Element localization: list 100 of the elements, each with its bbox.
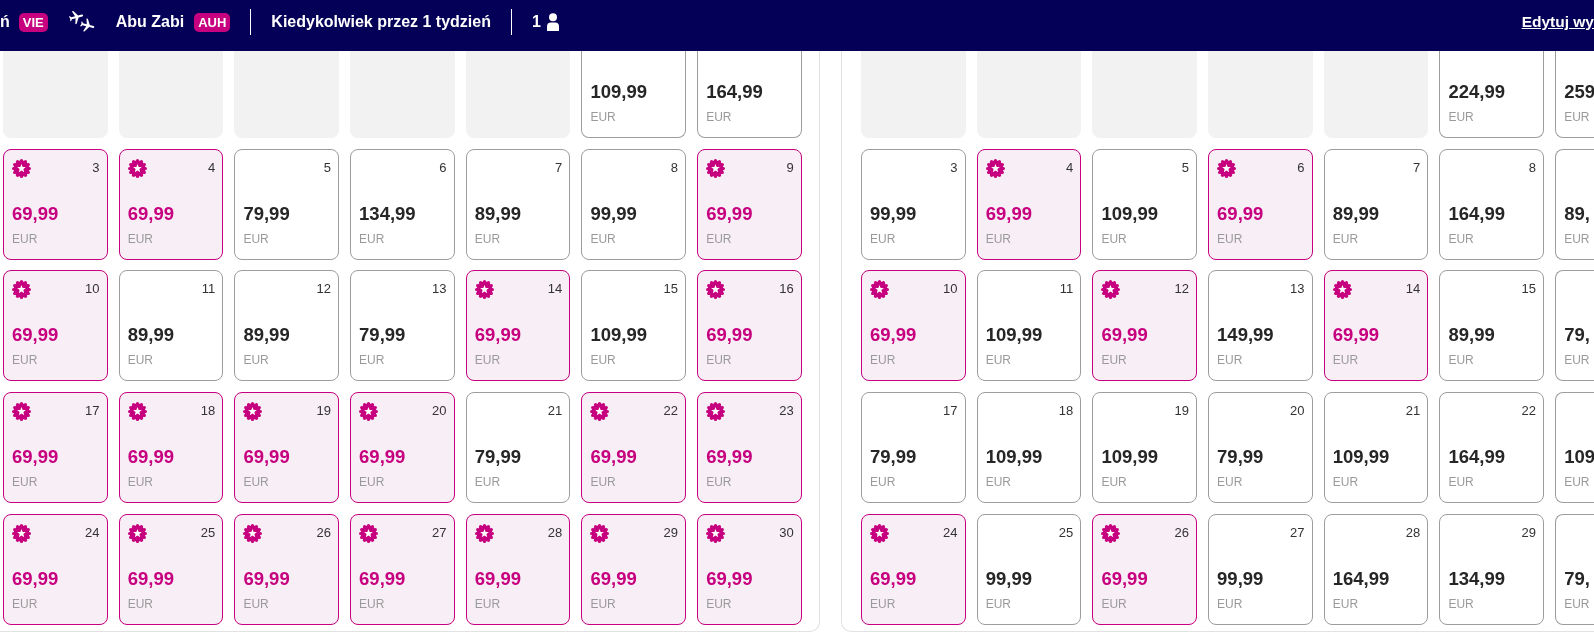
day-cell[interactable]: 12 69,99 EUR <box>1092 270 1197 382</box>
day-cell[interactable]: 25 69,99 EUR <box>118 513 224 625</box>
day-cell[interactable]: 4 69,99 EUR <box>118 148 224 260</box>
day-number: 19 <box>1174 402 1189 420</box>
day-cell[interactable]: 21 109,99 EUR <box>1323 392 1429 504</box>
day-cell[interactable]: 14 69,99 EUR <box>465 270 571 382</box>
price: 79,99 <box>1217 446 1264 469</box>
day-cell[interactable]: 29 134,99 EUR <box>1439 513 1544 625</box>
day-cell[interactable]: 6 134,99 EUR <box>350 148 455 260</box>
edit-search-link[interactable]: Edytuj wy <box>1521 12 1594 32</box>
currency: EUR <box>706 353 732 368</box>
day-number: 6 <box>439 158 447 176</box>
currency: EUR <box>12 596 38 611</box>
star-badge-icon <box>12 402 31 422</box>
day-number: 15 <box>1521 280 1536 298</box>
price: 89, <box>1564 202 1590 225</box>
day-cell[interactable]: 14 69,99 EUR <box>1323 270 1429 382</box>
currency: EUR <box>706 596 732 611</box>
day-number: 12 <box>1174 280 1189 298</box>
day-cell[interactable]: 26 69,99 EUR <box>234 513 339 625</box>
day-cell[interactable]: 13 149,99 EUR <box>1208 270 1313 382</box>
day-cell[interactable]: 259 EUR <box>1555 51 1594 138</box>
day-number: 14 <box>1405 280 1421 298</box>
day-cell[interactable]: 8 164,99 EUR <box>1439 148 1544 260</box>
day-cell[interactable]: 12 89,99 EUR <box>234 270 339 382</box>
day-number: 28 <box>1405 523 1421 541</box>
star-badge-icon <box>706 523 726 543</box>
day-cell[interactable]: 109 EUR <box>1555 392 1594 504</box>
day-cell[interactable]: 3 69,99 EUR <box>3 148 108 260</box>
currency: EUR <box>706 231 732 246</box>
price: 259 <box>1564 81 1594 103</box>
day-cell[interactable]: 28 164,99 EUR <box>1323 513 1429 625</box>
price: 109,99 <box>985 324 1043 347</box>
day-cell[interactable]: 29 69,99 EUR <box>581 513 686 625</box>
passenger-count: 1 <box>532 12 541 32</box>
price: 69,99 <box>706 446 753 469</box>
day-cell[interactable]: 21 79,99 EUR <box>465 392 571 504</box>
day-cell[interactable]: 23 69,99 EUR <box>697 392 802 504</box>
day-cell[interactable]: 26 69,99 EUR <box>1092 513 1197 625</box>
day-cell[interactable]: 7 89,99 EUR <box>465 148 571 260</box>
day-cell[interactable]: 13 79,99 EUR <box>350 270 455 382</box>
day-cell[interactable]: 11 89,99 EUR <box>118 270 224 382</box>
currency: EUR <box>243 231 269 246</box>
currency: EUR <box>1101 475 1127 490</box>
day-cell[interactable]: 8 99,99 EUR <box>581 148 686 260</box>
day-cell[interactable]: 109,99 EUR <box>581 51 686 138</box>
day-number: 11 <box>201 280 216 298</box>
day-cell[interactable]: 79, EUR <box>1555 270 1594 382</box>
day-cell[interactable]: 224,99 EUR <box>1439 51 1544 138</box>
day-cell[interactable]: 10 69,99 EUR <box>3 270 108 382</box>
day-cell[interactable]: 9 69,99 EUR <box>697 148 802 260</box>
day-cell[interactable]: 4 69,99 EUR <box>976 148 1082 260</box>
day-number: 26 <box>316 523 331 541</box>
day-cell[interactable]: 24 69,99 EUR <box>861 513 966 625</box>
day-cell[interactable]: 25 99,99 EUR <box>976 513 1082 625</box>
day-number: 7 <box>555 158 563 176</box>
day-cell[interactable]: 17 79,99 EUR <box>861 392 966 504</box>
day-cell[interactable]: 19 109,99 EUR <box>1092 392 1197 504</box>
currency: EUR <box>474 475 501 490</box>
price: 99,99 <box>590 202 637 225</box>
price: 99,99 <box>985 567 1032 590</box>
day-cell[interactable]: 18 69,99 EUR <box>118 392 224 504</box>
currency: EUR <box>1217 353 1243 368</box>
day-cell[interactable]: 16 69,99 EUR <box>697 270 802 382</box>
day-cell[interactable]: 79, EUR <box>1555 513 1594 625</box>
day-cell[interactable]: 24 69,99 EUR <box>3 513 108 625</box>
price: 69,99 <box>1217 202 1264 225</box>
day-cell[interactable]: 27 99,99 EUR <box>1208 513 1313 625</box>
day-cell[interactable]: 15 109,99 EUR <box>581 270 686 382</box>
day-cell[interactable]: 11 109,99 EUR <box>976 270 1082 382</box>
currency: EUR <box>127 475 154 490</box>
day-cell[interactable]: 20 69,99 EUR <box>350 392 455 504</box>
day-cell[interactable]: 17 69,99 EUR <box>3 392 108 504</box>
currency: EUR <box>1101 596 1127 611</box>
day-cell[interactable]: 6 69,99 EUR <box>1208 148 1313 260</box>
star-badge-icon <box>359 402 379 422</box>
price: 69,99 <box>870 324 917 347</box>
currency: EUR <box>1217 596 1243 611</box>
price: 89,99 <box>474 202 522 225</box>
star-badge-icon <box>590 402 610 422</box>
day-cell[interactable]: 3 99,99 EUR <box>861 148 966 260</box>
day-cell[interactable]: 10 69,99 EUR <box>861 270 966 382</box>
day-cell[interactable]: 18 109,99 EUR <box>976 392 1082 504</box>
currency: EUR <box>870 475 896 490</box>
day-cell[interactable]: 15 89,99 EUR <box>1439 270 1544 382</box>
day-cell[interactable]: 27 69,99 EUR <box>350 513 455 625</box>
day-cell[interactable]: 28 69,99 EUR <box>465 513 571 625</box>
price: 69,99 <box>706 324 753 347</box>
day-cell[interactable]: 89, EUR <box>1555 148 1594 260</box>
day-cell[interactable]: 22 69,99 EUR <box>581 392 686 504</box>
day-cell[interactable]: 5 109,99 EUR <box>1092 148 1197 260</box>
day-cell[interactable]: 30 69,99 EUR <box>697 513 802 625</box>
star-badge-icon <box>127 402 147 422</box>
day-cell[interactable]: 5 79,99 EUR <box>234 148 339 260</box>
day-cell[interactable]: 20 79,99 EUR <box>1208 392 1313 504</box>
day-cell[interactable]: 7 89,99 EUR <box>1323 148 1429 260</box>
day-cell[interactable]: 22 164,99 EUR <box>1439 392 1544 504</box>
star-badge-icon <box>359 523 379 543</box>
day-cell[interactable]: 19 69,99 EUR <box>234 392 339 504</box>
day-cell[interactable]: 164,99 EUR <box>697 51 802 138</box>
